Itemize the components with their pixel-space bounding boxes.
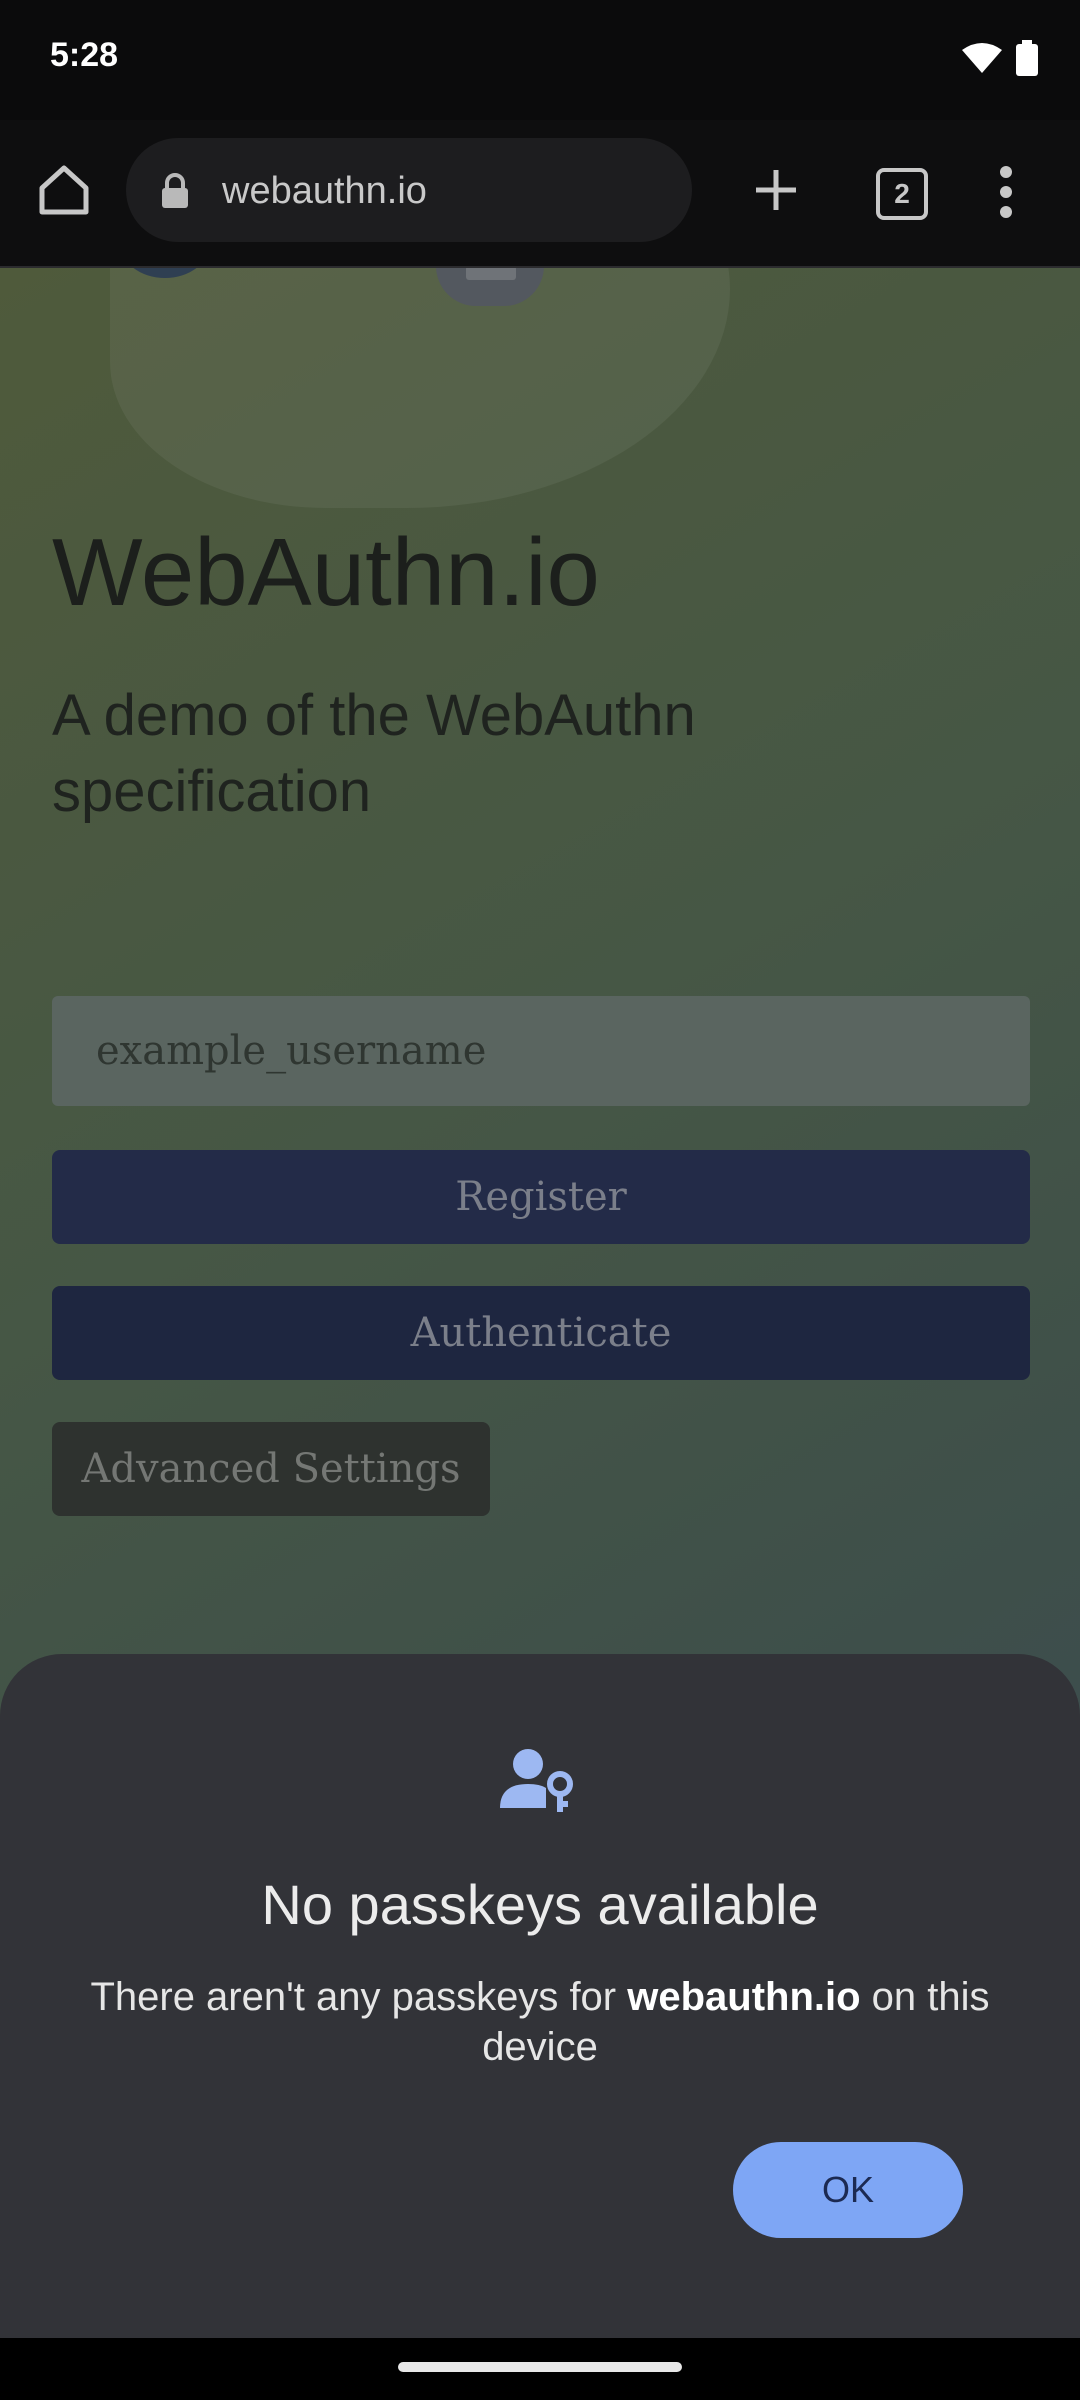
address-bar[interactable]: webauthn.io xyxy=(126,138,692,242)
sheet-message: There aren't any passkeys for webauthn.i… xyxy=(70,1972,1010,2072)
sheet-title: No passkeys available xyxy=(261,1873,819,1936)
gesture-handle[interactable] xyxy=(398,2362,682,2372)
navigation-bar xyxy=(0,2338,1080,2400)
new-tab-icon[interactable] xyxy=(746,160,806,220)
status-icons xyxy=(962,40,1038,76)
url-text: webauthn.io xyxy=(222,170,427,212)
more-menu-icon[interactable] xyxy=(998,164,1014,220)
status-time: 5:28 xyxy=(50,36,119,74)
page-title: WebAuthn.io xyxy=(52,519,600,626)
passkey-user-icon xyxy=(500,1749,573,1812)
ok-button[interactable]: OK xyxy=(733,2142,963,2238)
username-input[interactable] xyxy=(52,996,1030,1106)
battery-icon xyxy=(1016,40,1038,76)
register-button[interactable]: Register xyxy=(52,1150,1030,1244)
browser-toolbar: webauthn.io 2 xyxy=(0,120,1080,268)
status-bar: 5:28 xyxy=(0,0,1080,120)
sheet-message-prefix: There aren't any passkeys for xyxy=(90,1975,628,2019)
sheet-message-domain: webauthn.io xyxy=(627,1975,861,2019)
header-decoration xyxy=(110,268,730,508)
authenticate-button[interactable]: Authenticate xyxy=(52,1286,1030,1380)
tabs-icon[interactable]: 2 xyxy=(876,168,928,220)
page-subtitle: A demo of the WebAuthn specification xyxy=(52,683,696,824)
tab-count: 2 xyxy=(894,178,910,209)
passkey-bottom-sheet: No passkeys available There aren't any p… xyxy=(0,1654,1080,2338)
advanced-settings-button[interactable]: Advanced Settings xyxy=(52,1422,490,1516)
lock-icon xyxy=(162,173,188,208)
wifi-icon xyxy=(962,43,1002,73)
home-icon[interactable] xyxy=(34,160,94,220)
